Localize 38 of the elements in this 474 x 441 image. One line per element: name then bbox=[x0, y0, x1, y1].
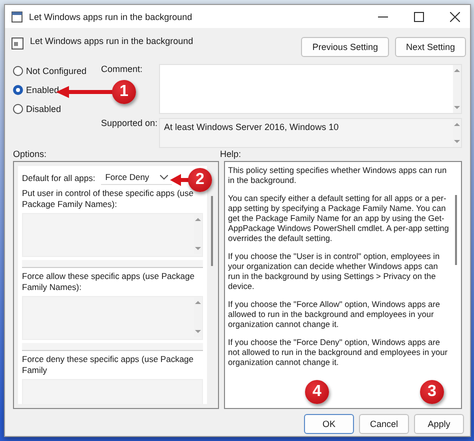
radio-button[interactable] bbox=[13, 66, 23, 76]
radio-button[interactable] bbox=[13, 85, 23, 95]
help-paragraph: If you choose the "Force Allow" option, Windows apps are allowed to run in the background and employees in your organization cannot change it. bbox=[228, 299, 442, 329]
scrollbar[interactable] bbox=[22, 343, 203, 351]
nav-button[interactable]: Next Setting bbox=[394, 37, 466, 57]
dialog-button[interactable]: Cancel bbox=[359, 414, 409, 434]
app-list-field[interactable] bbox=[22, 213, 203, 257]
app-list-field[interactable] bbox=[22, 296, 203, 340]
scrollbar[interactable] bbox=[211, 196, 213, 266]
help-paragraph: This policy setting specifies whether Windows apps can run in the background. bbox=[228, 165, 448, 185]
default-label: Default for all apps: bbox=[22, 172, 96, 182]
supported-field: At least Windows Server 2016, Windows 10 bbox=[159, 118, 462, 148]
policy-icon bbox=[11, 37, 24, 50]
radio-label: Disabled bbox=[26, 104, 62, 114]
scrollbar[interactable] bbox=[22, 260, 203, 268]
arrow bbox=[170, 174, 190, 186]
list-label: Force allow these specific apps (use Package Family Names): bbox=[22, 271, 196, 293]
supported-label: Supported on: bbox=[101, 118, 157, 128]
options-label: Options: bbox=[13, 149, 47, 159]
nav-button[interactable]: Previous Setting bbox=[301, 37, 389, 57]
window-title: Let Windows apps run in the background bbox=[29, 12, 194, 22]
help-paragraph: If you choose the "User is in control" option, employees in your organization can decide whether Windows apps can run in the background by using Settings > Privacy on the device. bbox=[228, 251, 441, 291]
comment-field[interactable] bbox=[159, 64, 462, 114]
list-label: Force deny these specific apps (use Package Family bbox=[22, 354, 195, 376]
chevron-icon bbox=[160, 174, 168, 180]
radio-label: Not Configured bbox=[26, 66, 87, 76]
policy-icon bbox=[11, 10, 23, 22]
comment-label: Comment: bbox=[101, 64, 144, 74]
scrollbar[interactable] bbox=[453, 65, 461, 113]
radio-label: Enabled bbox=[26, 85, 60, 95]
help-paragraph: If you choose the "Force Deny" option, Windows apps are not allowed to run in the background and employees in your organization cannot change it. bbox=[228, 337, 449, 367]
dialog-button[interactable]: Apply bbox=[414, 414, 464, 434]
help-label: Help: bbox=[220, 149, 242, 159]
dialog-button[interactable]: OK bbox=[304, 414, 354, 434]
scrollbar[interactable] bbox=[455, 195, 457, 265]
help-paragraph: You can specify either a default setting for all apps or a per-app setting by specifying a Package Family Name. You can get the Package Family Name for an app by using the Get-AppPackage Windows PowerShell cmdlet. A per-app setting overrides the default setting. bbox=[228, 193, 450, 243]
radio-button[interactable] bbox=[13, 104, 23, 114]
policy-name: Let Windows apps run in the background bbox=[30, 35, 194, 46]
